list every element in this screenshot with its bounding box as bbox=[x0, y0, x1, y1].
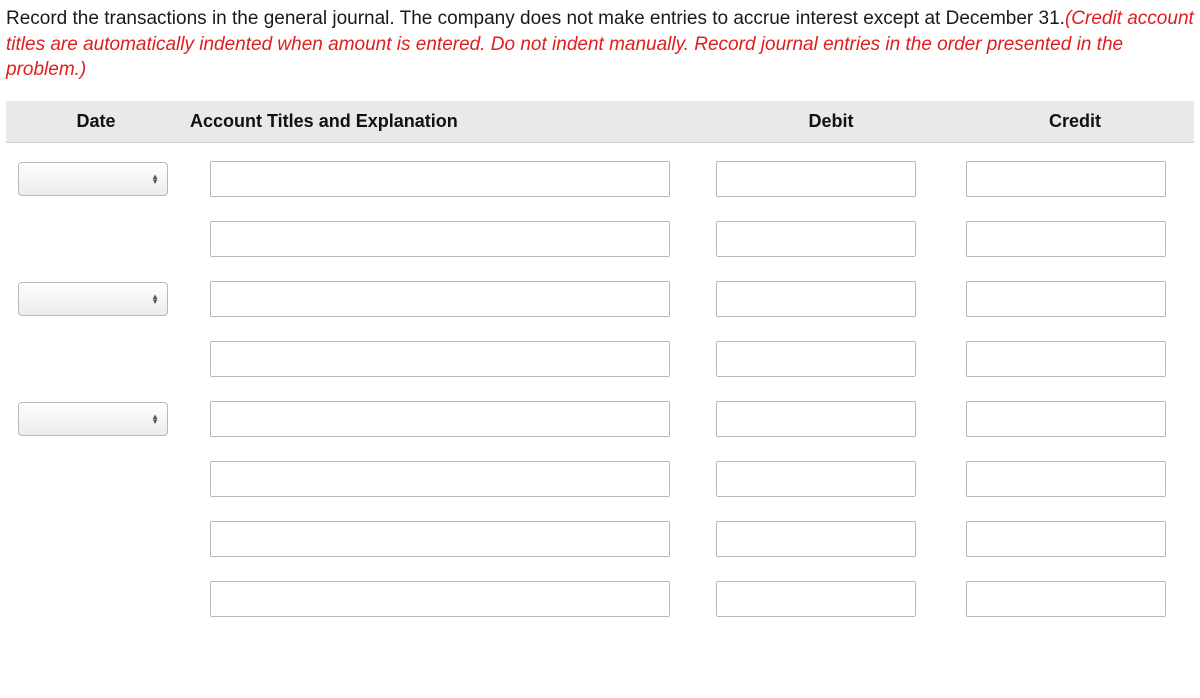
table-row bbox=[6, 461, 1194, 521]
credit-input[interactable] bbox=[966, 341, 1166, 377]
table-row bbox=[6, 581, 1194, 635]
credit-input[interactable] bbox=[966, 221, 1166, 257]
credit-input[interactable] bbox=[966, 521, 1166, 557]
stepper-icon: ▲▼ bbox=[151, 414, 159, 424]
debit-input[interactable] bbox=[716, 581, 916, 617]
debit-input[interactable] bbox=[716, 221, 916, 257]
credit-input[interactable] bbox=[966, 281, 1166, 317]
table-header-row: Date Account Titles and Explanation Debi… bbox=[6, 101, 1194, 143]
debit-input[interactable] bbox=[716, 341, 916, 377]
account-title-input[interactable] bbox=[210, 581, 670, 617]
table-row: ▲▼ bbox=[6, 401, 1194, 461]
instructions-black: Record the transactions in the general j… bbox=[6, 8, 1065, 29]
debit-input[interactable] bbox=[716, 521, 916, 557]
header-date: Date bbox=[6, 111, 186, 132]
header-debit: Debit bbox=[706, 111, 956, 132]
table-row: ▲▼ bbox=[6, 281, 1194, 341]
account-title-input[interactable] bbox=[210, 221, 670, 257]
account-title-input[interactable] bbox=[210, 401, 670, 437]
header-credit: Credit bbox=[956, 111, 1194, 132]
debit-input[interactable] bbox=[716, 281, 916, 317]
credit-input[interactable] bbox=[966, 461, 1166, 497]
date-select[interactable]: ▲▼ bbox=[18, 282, 168, 316]
account-title-input[interactable] bbox=[210, 341, 670, 377]
account-title-input[interactable] bbox=[210, 461, 670, 497]
table-row bbox=[6, 221, 1194, 281]
table-row: ▲▼ bbox=[6, 161, 1194, 221]
table-row bbox=[6, 521, 1194, 581]
credit-input[interactable] bbox=[966, 401, 1166, 437]
instructions: Record the transactions in the general j… bbox=[6, 6, 1194, 101]
date-select[interactable]: ▲▼ bbox=[18, 162, 168, 196]
credit-input[interactable] bbox=[966, 581, 1166, 617]
stepper-icon: ▲▼ bbox=[151, 174, 159, 184]
debit-input[interactable] bbox=[716, 401, 916, 437]
account-title-input[interactable] bbox=[210, 161, 670, 197]
journal-table: Date Account Titles and Explanation Debi… bbox=[6, 101, 1194, 635]
account-title-input[interactable] bbox=[210, 281, 670, 317]
table-row bbox=[6, 341, 1194, 401]
debit-input[interactable] bbox=[716, 161, 916, 197]
credit-input[interactable] bbox=[966, 161, 1166, 197]
debit-input[interactable] bbox=[716, 461, 916, 497]
header-account: Account Titles and Explanation bbox=[186, 111, 706, 132]
account-title-input[interactable] bbox=[210, 521, 670, 557]
stepper-icon: ▲▼ bbox=[151, 294, 159, 304]
date-select[interactable]: ▲▼ bbox=[18, 402, 168, 436]
